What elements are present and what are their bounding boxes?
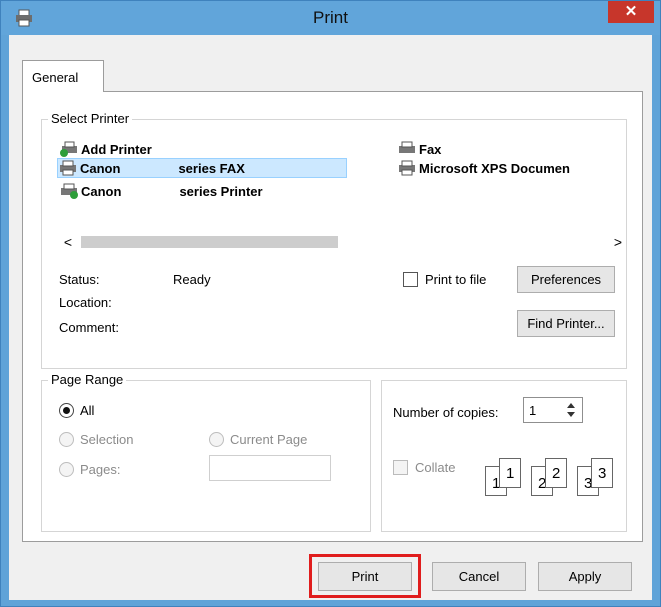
printer-name: Microsoft XPS Documen xyxy=(419,160,570,176)
printer-item-canon-printer[interactable]: Canon series Printer xyxy=(59,181,263,201)
page-range-legend: Page Range xyxy=(48,372,127,387)
cancel-button[interactable]: Cancel xyxy=(432,562,526,591)
current-page-radio[interactable] xyxy=(209,432,224,447)
title-bar[interactable]: Print ✕ xyxy=(1,1,660,35)
default-printer-icon xyxy=(61,183,78,199)
printer-item-add[interactable]: Add Printer xyxy=(59,139,152,159)
comment-label: Comment: xyxy=(59,320,119,335)
copies-spinner[interactable]: 1 xyxy=(523,397,583,423)
status-label: Status: xyxy=(59,272,100,287)
all-label: All xyxy=(80,403,95,418)
copies-label: Number of copies: xyxy=(393,405,499,420)
printer-name: Add Printer xyxy=(81,141,152,157)
pages-input[interactable] xyxy=(209,455,331,481)
current-page-label: Current Page xyxy=(230,432,308,447)
add-printer-icon xyxy=(60,141,77,157)
print-to-file-checkbox[interactable] xyxy=(403,272,418,287)
printer-name-suffix: series Printer xyxy=(179,183,263,199)
pages-radio[interactable] xyxy=(59,462,74,477)
print-button-highlight xyxy=(309,554,421,598)
printer-item-xps[interactable]: Microsoft XPS Documen xyxy=(397,158,570,178)
printer-list-scrollbar[interactable]: < > xyxy=(59,232,627,252)
printer-item-canon-fax[interactable]: Canon series FAX xyxy=(57,158,347,178)
print-to-file-label: Print to file xyxy=(425,272,487,287)
find-printer-button[interactable]: Find Printer... xyxy=(517,310,615,337)
collate-page-icon: 3 xyxy=(591,458,613,488)
apply-button[interactable]: Apply xyxy=(538,562,632,591)
all-radio[interactable] xyxy=(59,403,74,418)
selection-radio[interactable] xyxy=(59,432,74,447)
status-value: Ready xyxy=(173,272,211,287)
scroll-right-arrow[interactable]: > xyxy=(609,232,627,252)
printer-name: Canon xyxy=(81,183,122,199)
printer-item-fax[interactable]: Fax xyxy=(397,139,441,159)
close-icon: ✕ xyxy=(624,3,638,20)
collate-page-icon: 1 xyxy=(499,458,521,488)
collate-page-icon: 2 xyxy=(545,458,567,488)
preferences-button[interactable]: Preferences xyxy=(517,266,615,293)
print-dialog: Print ✕ General Select Printer Add Print… xyxy=(0,0,661,607)
tab-general[interactable]: General xyxy=(22,60,104,92)
scroll-thumb[interactable] xyxy=(81,236,338,248)
collate-checkbox[interactable] xyxy=(393,460,408,475)
select-printer-legend: Select Printer xyxy=(48,111,133,126)
printer-name: Fax xyxy=(419,141,442,157)
printer-name: Canon xyxy=(80,160,121,176)
spinner-arrows-icon[interactable] xyxy=(564,400,578,420)
selection-label: Selection xyxy=(80,432,134,447)
printer-name-suffix: series FAX xyxy=(178,160,245,176)
window-title: Print xyxy=(313,8,348,27)
fax-printer-icon xyxy=(60,160,76,176)
general-panel: Select Printer Add Printer Canon series … xyxy=(22,91,643,542)
location-label: Location: xyxy=(59,295,112,310)
copies-group xyxy=(381,380,627,532)
printer-icon xyxy=(399,160,415,176)
pages-label: Pages: xyxy=(80,462,121,477)
collate-label: Collate xyxy=(415,460,456,475)
close-button[interactable]: ✕ xyxy=(608,1,654,23)
dialog-body: General Select Printer Add Printer Canon… xyxy=(9,35,652,600)
scroll-left-arrow[interactable]: < xyxy=(59,232,77,252)
fax-icon xyxy=(399,141,415,153)
copies-value: 1 xyxy=(529,403,537,418)
